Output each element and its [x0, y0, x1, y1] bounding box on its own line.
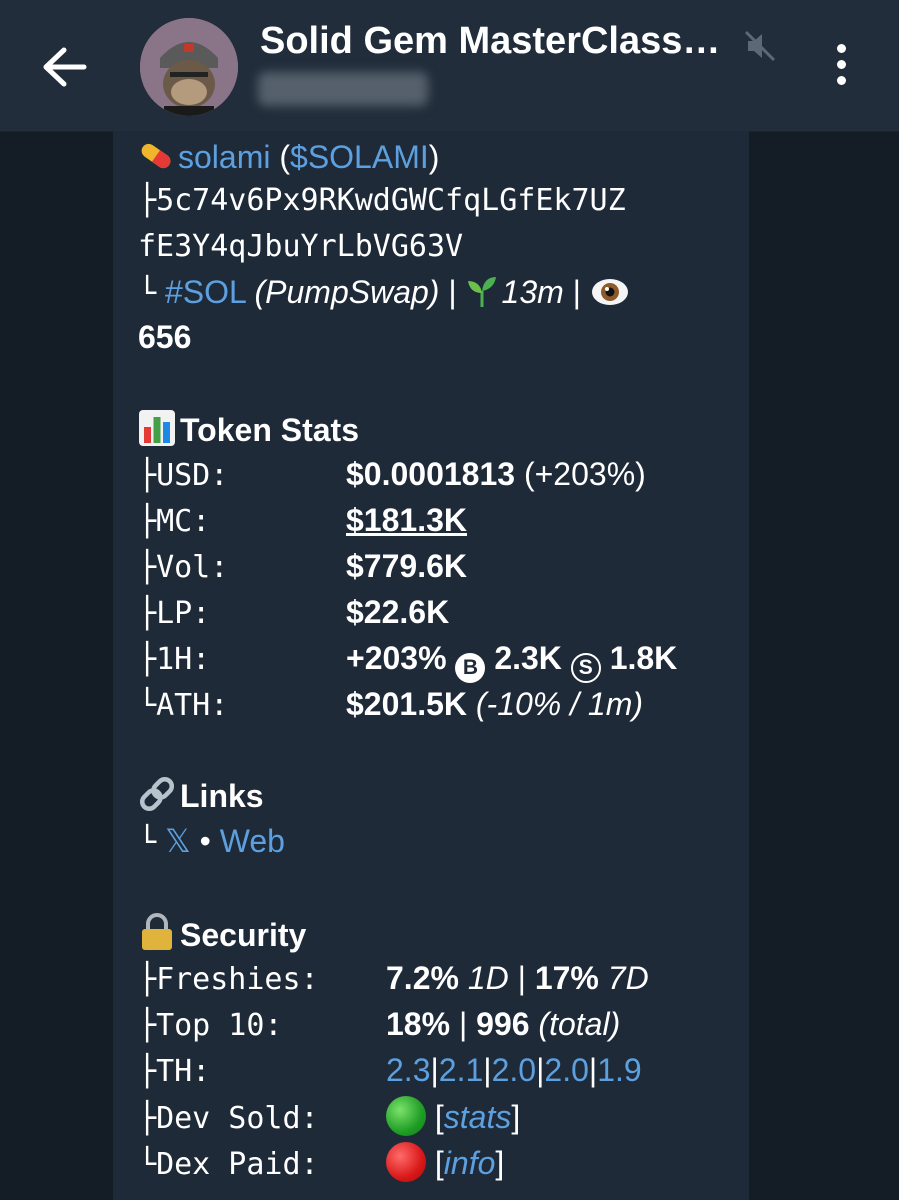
top10-percent: 18% — [386, 1006, 451, 1042]
views-count: 656 — [138, 319, 192, 355]
contract-address-part-1[interactable]: 5c74v6Px9RKwdGWCfqLGfEk7UZ — [156, 183, 626, 218]
separator: | — [572, 274, 581, 310]
links-row: └ 𝕏 • Web — [138, 821, 285, 863]
tree-end: └ — [138, 825, 157, 860]
dex-info-link[interactable]: info — [444, 1145, 496, 1181]
stat-row-1h: ├1H: +203% B 2.3K S 1.8K — [138, 638, 677, 683]
stat-row-mc: ├MC: $181.3K — [138, 500, 467, 542]
website-link[interactable]: Web — [220, 823, 285, 859]
link-chain-icon — [139, 776, 175, 812]
security-row-top10: ├Top 10: 18% | 996 (total) — [138, 1004, 620, 1046]
back-arrow-icon[interactable] — [40, 44, 90, 90]
stat-label: ├LP: — [138, 596, 211, 631]
lock-icon — [142, 913, 172, 950]
eye-icon — [591, 279, 628, 305]
security-row-dex-paid: └Dex Paid: [info] — [138, 1142, 504, 1185]
stat-value: $779.6K — [346, 548, 467, 584]
top-holder-link[interactable]: 2.0 — [492, 1052, 536, 1088]
freshies-7d: 17% — [534, 960, 599, 996]
links-title: Links — [180, 778, 264, 814]
security-row-th: ├TH: 2.3|2.1|2.0|2.0|1.9 — [138, 1050, 642, 1092]
token-name-line: solami ($SOLAMI) — [138, 137, 439, 177]
stat-row-ath: └ATH: $201.5K (-10% / 1m) — [138, 684, 643, 726]
security-label: ├TH: — [138, 1054, 211, 1089]
green-circle-icon — [386, 1096, 426, 1136]
token-stats-heading: Token Stats — [138, 409, 359, 450]
token-stats-title: Token Stats — [180, 412, 359, 448]
holders-total: 996 — [476, 1006, 530, 1042]
market-cap-link[interactable]: $181.3K — [346, 502, 467, 538]
tree-end: └ — [138, 276, 157, 311]
separator: | — [458, 1006, 468, 1042]
stat-label: ├MC: — [138, 504, 211, 539]
chain-info-line: └ #SOL (PumpSwap) | 13m | — [138, 272, 634, 314]
red-circle-icon — [386, 1142, 426, 1182]
top-holder-link[interactable]: 2.3 — [386, 1052, 430, 1088]
stat-row-lp: ├LP: $22.6K — [138, 592, 449, 634]
ticker-open-paren: ( — [270, 139, 291, 175]
ticker-close-paren: ) — [428, 139, 440, 175]
stat-change: (+203%) — [523, 456, 646, 492]
security-label: ├Dev Sold: — [138, 1101, 319, 1136]
security-label: ├Freshies: — [138, 962, 319, 997]
separator: | — [517, 960, 526, 996]
muted-speaker-icon — [744, 30, 776, 62]
chain-hashtag[interactable]: #SOL — [165, 274, 246, 310]
freshies-1d: 7.2% — [386, 960, 459, 996]
top-holder-link[interactable]: 1.9 — [597, 1052, 641, 1088]
security-label: ├Top 10: — [138, 1008, 283, 1043]
stat-label: ├Vol: — [138, 550, 229, 585]
period-label: 1D — [467, 960, 509, 996]
token-name-link[interactable]: solami — [178, 139, 270, 175]
stat-value: $0.0001813 — [346, 456, 516, 492]
top-holder-link[interactable]: 2.1 — [439, 1052, 483, 1088]
security-heading: Security — [138, 912, 306, 955]
seedling-icon — [467, 277, 496, 307]
stat-row-usd: ├USD: $0.0001813 (+203%) — [138, 454, 646, 496]
hour-change: +203% — [346, 640, 447, 676]
security-label: └Dex Paid: — [138, 1147, 319, 1182]
stat-value: $22.6K — [346, 594, 450, 630]
pill-icon — [141, 143, 171, 169]
channel-subtitle-blurred: subscribers — [258, 72, 428, 106]
buys-icon: B — [455, 653, 486, 683]
dev-stats-link[interactable]: stats — [444, 1099, 512, 1135]
channel-avatar[interactable] — [140, 18, 238, 116]
contract-address-line-2[interactable]: fE3Y4qJbuYrLbVG63V — [138, 227, 463, 267]
separator: | — [448, 274, 457, 310]
security-row-freshies: ├Freshies: 7.2% 1D | 17% 7D — [138, 958, 649, 1000]
links-heading: Links — [138, 775, 264, 816]
token-ticker-link[interactable]: $SOLAMI — [290, 139, 429, 175]
total-note: (total) — [538, 1006, 621, 1042]
contract-address-part-2[interactable]: fE3Y4qJbuYrLbVG63V — [138, 229, 463, 264]
security-title: Security — [180, 917, 307, 953]
contract-address-line-1[interactable]: ├5c74v6Px9RKwdGWCfqLGfEk7UZ — [138, 181, 626, 221]
ath-change: (-10% / 1m) — [475, 686, 644, 722]
hour-sells: 1.8K — [609, 640, 678, 676]
bullet-separator: • — [199, 823, 211, 859]
top-holder-link[interactable]: 2.0 — [544, 1052, 588, 1088]
x-twitter-link[interactable]: 𝕏 — [165, 823, 191, 859]
ath-value: $201.5K — [346, 686, 467, 722]
hour-buys: 2.3K — [494, 640, 562, 676]
channel-title[interactable]: Solid Gem MasterClass… — [260, 20, 720, 63]
ape-avatar-icon — [140, 18, 238, 116]
bar-chart-icon — [139, 410, 175, 446]
chat-header: Solid Gem MasterClass… subscribers — [0, 0, 899, 132]
token-age: 13m — [501, 274, 564, 310]
period-label: 7D — [607, 960, 649, 996]
stat-label: └ATH: — [138, 688, 229, 723]
stat-row-vol: ├Vol: $779.6K — [138, 546, 467, 588]
stat-label: ├USD: — [138, 458, 229, 493]
stat-label: ├1H: — [138, 642, 211, 677]
dex-name: (PumpSwap) — [254, 274, 440, 310]
tree-branch: ├ — [138, 183, 157, 218]
sells-icon: S — [570, 653, 601, 683]
security-row-dev-sold: ├Dev Sold: [stats] — [138, 1096, 520, 1139]
more-options-icon[interactable] — [826, 44, 856, 90]
